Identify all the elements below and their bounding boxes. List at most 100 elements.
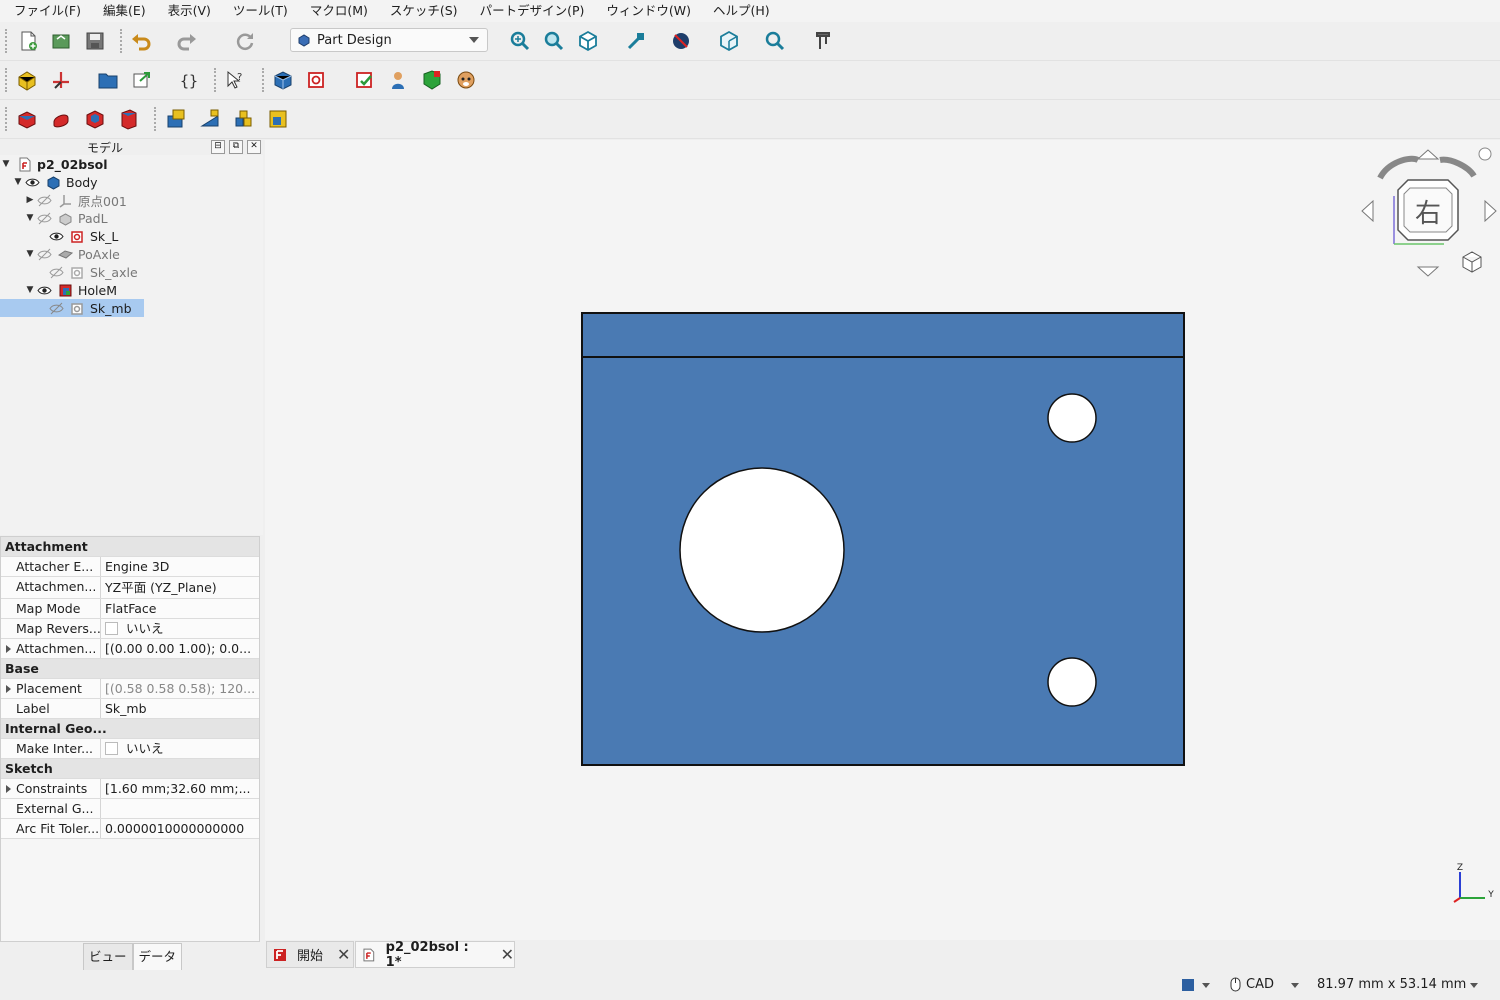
menu-tools[interactable]: ツール(T) (222, 0, 299, 22)
validate-sketch-button[interactable] (352, 67, 378, 93)
property-value[interactable] (101, 799, 259, 818)
tree-item-body[interactable]: ▼ Body (12, 173, 98, 191)
chevron-down-icon[interactable] (1469, 980, 1479, 990)
nav-left-arrow-icon[interactable] (1361, 199, 1374, 223)
close-tab-icon[interactable]: ✕ (501, 945, 514, 964)
collapse-panel-icon[interactable]: ⊟ (211, 140, 225, 154)
isometric-view-icon[interactable] (1462, 251, 1482, 273)
hole-button[interactable] (116, 106, 142, 132)
eye-icon[interactable] (48, 228, 64, 244)
open-file-button[interactable] (48, 28, 74, 54)
collapse-arrow-icon[interactable]: ▼ (24, 281, 36, 299)
expand-arrow-icon[interactable]: ▶ (24, 191, 36, 209)
draw-style-indicator-icon[interactable] (1181, 978, 1195, 992)
pocket-button[interactable] (82, 106, 108, 132)
property-row[interactable]: Attachmen... YZ平面 (YZ_Plane) (1, 577, 259, 599)
tree-item-sk-mb[interactable]: Sk_mb (0, 299, 144, 317)
eye-hidden-icon[interactable] (36, 210, 52, 226)
property-row[interactable]: External G... (1, 799, 259, 819)
redo-button[interactable] (174, 28, 200, 54)
property-group-sketch[interactable]: Sketch (1, 759, 259, 779)
toolbar-grip[interactable] (262, 68, 267, 92)
fit-selection-button[interactable] (541, 28, 567, 54)
tree-item-document[interactable]: ▼ p2_02bsol (0, 155, 108, 173)
whats-this-button[interactable]: ? (222, 67, 248, 93)
property-row[interactable]: Map Revers... いいえ (1, 619, 259, 639)
nav-menu-icon[interactable] (1478, 147, 1492, 161)
measure-button[interactable] (623, 28, 649, 54)
boolean-button[interactable] (265, 106, 291, 132)
eye-icon[interactable] (36, 282, 52, 298)
eye-hidden-icon[interactable] (48, 264, 64, 280)
property-row[interactable]: Arc Fit Toler... 0.0000010000000000 (1, 819, 259, 839)
tree-item-origin[interactable]: ▶ 原点001 (24, 191, 127, 209)
menu-window[interactable]: ウィンドウ(W) (595, 0, 702, 22)
fit-all-button[interactable] (507, 28, 533, 54)
create-part-button[interactable] (14, 67, 40, 93)
close-panel-icon[interactable]: ✕ (247, 140, 261, 154)
eye-icon[interactable] (24, 174, 40, 190)
collapse-arrow-icon[interactable]: ▼ (12, 173, 24, 191)
checkbox[interactable] (105, 622, 118, 635)
part-shape[interactable] (581, 312, 1185, 766)
menu-sketch[interactable]: スケッチ(S) (379, 0, 469, 22)
property-value[interactable]: いいえ (101, 619, 259, 638)
property-value[interactable]: [(0.00 0.00 1.00); 0.0... (101, 639, 259, 658)
toolbar-grip[interactable] (120, 29, 125, 53)
tree-item-sk-l[interactable]: Sk_L (48, 227, 118, 245)
part-face[interactable] (581, 312, 1185, 766)
nav-right-arrow-icon[interactable] (1484, 199, 1497, 223)
additive-wedge-button[interactable] (197, 106, 223, 132)
expand-arrow-icon[interactable] (6, 685, 11, 693)
navigation-cube[interactable]: 右 (1361, 147, 1497, 277)
menu-view[interactable]: 表示(V) (157, 0, 222, 22)
menu-file[interactable]: ファイル(F) (0, 0, 92, 22)
property-group-base[interactable]: Base (1, 659, 259, 679)
navigation-style-label[interactable]: CAD (1246, 977, 1274, 992)
tab-start[interactable]: 開始 ✕ (266, 941, 354, 968)
property-row[interactable]: Attacher E... Engine 3D (1, 557, 259, 577)
property-group-attachment[interactable]: Attachment (1, 537, 259, 557)
tab-view[interactable]: ビュー (83, 943, 133, 971)
property-group-internal-geometry[interactable]: Internal Geo... (1, 719, 259, 739)
expand-arrow-icon[interactable] (6, 785, 11, 793)
undo-button[interactable] (128, 28, 154, 54)
property-row[interactable]: Map Mode FlatFace (1, 599, 259, 619)
menu-edit[interactable]: 編集(E) (92, 0, 157, 22)
tree-item-holem[interactable]: ▼ HoleM (24, 281, 117, 299)
close-tab-icon[interactable]: ✕ (337, 945, 350, 964)
bounding-box-button[interactable] (716, 28, 742, 54)
tree-item-sk-axle[interactable]: Sk_axle (48, 263, 138, 281)
property-value[interactable]: Sk_mb (101, 699, 259, 718)
tree-item-poaxle[interactable]: ▼ PoAxle (24, 245, 120, 263)
property-value[interactable]: YZ平面 (YZ_Plane) (101, 577, 259, 598)
revolution-button[interactable] (48, 106, 74, 132)
nav-down-arrow-icon[interactable] (1416, 266, 1440, 277)
toolbar-grip[interactable] (5, 29, 10, 53)
eye-hidden-icon[interactable] (48, 300, 64, 316)
toolbar-grip[interactable] (5, 107, 10, 131)
eye-hidden-icon[interactable] (36, 192, 52, 208)
measure-tool-button[interactable] (810, 28, 836, 54)
chevron-down-icon[interactable] (1201, 980, 1211, 990)
clone-button[interactable] (453, 67, 479, 93)
menu-macro[interactable]: マクロ(M) (299, 0, 379, 22)
property-value[interactable]: いいえ (101, 739, 259, 758)
collapse-arrow-icon[interactable]: ▼ (24, 209, 36, 227)
property-value[interactable]: 0.0000010000000000 (101, 819, 259, 838)
create-body-button[interactable] (270, 67, 296, 93)
3d-viewport[interactable]: 右 Z Y (265, 140, 1500, 940)
new-file-button[interactable] (15, 28, 41, 54)
workbench-selector[interactable]: Part Design (290, 28, 488, 52)
property-value[interactable]: FlatFace (101, 599, 259, 618)
property-row[interactable]: Placement [(0.58 0.58 0.58); 120... (1, 679, 259, 699)
nav-up-arrow-icon[interactable] (1416, 149, 1440, 160)
property-value[interactable]: Engine 3D (101, 557, 259, 576)
toolbar-grip[interactable] (5, 68, 10, 92)
property-row[interactable]: Make Inter... いいえ (1, 739, 259, 759)
rotate-cw-icon[interactable] (1439, 156, 1477, 178)
small-hole-top[interactable] (1047, 393, 1097, 443)
chevron-down-icon[interactable] (1290, 980, 1300, 990)
large-hole[interactable] (679, 467, 845, 633)
create-sketch-button[interactable] (304, 67, 330, 93)
